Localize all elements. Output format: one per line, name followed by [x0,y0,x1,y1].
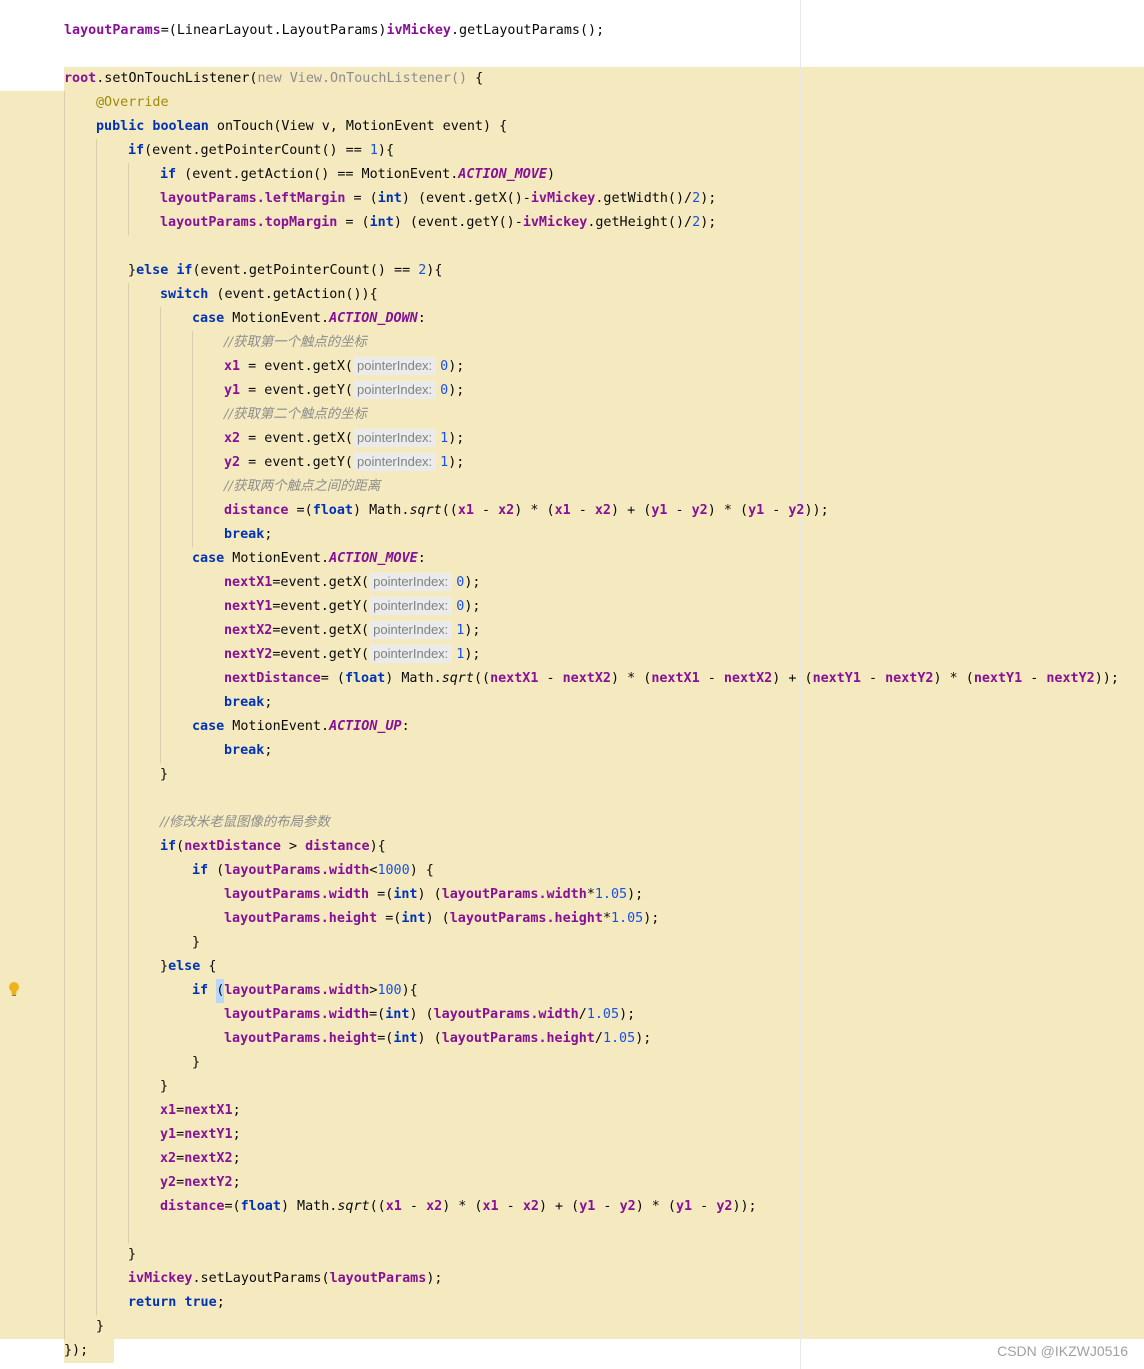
param-hint: pointerIndex: [369,597,453,615]
code-line: if(event.getPointerCount() == 1){ [128,143,395,158]
code-line: }else if(event.getPointerCount() == 2){ [128,263,443,278]
code-line: nextY2=event.getY(pointerIndex: 1); [224,645,481,663]
code-line: } [160,767,169,782]
code-line: y1=nextY1; [160,1127,241,1142]
code-line: } [192,935,201,950]
indent-guide [128,163,129,235]
code-line: nextX2=event.getX(pointerIndex: 1); [224,621,481,639]
code-line: if (layoutParams.width<1000) { [192,863,434,878]
code-line: case MotionEvent.ACTION_DOWN: [192,311,426,326]
indent-guide [128,283,129,1243]
param-hint: pointerIndex: [353,453,437,471]
watermark: CSDN @IKZWJ0516 [997,1343,1128,1359]
code-line: if(nextDistance > distance){ [160,839,386,854]
code-line: }); [64,1343,89,1358]
code-line: root.setOnTouchListener(new View.OnTouch… [64,71,484,86]
code-line: } [160,1079,169,1094]
code-line: layoutParams.topMargin = (int) (event.ge… [160,215,717,230]
code-line: } [128,1247,137,1262]
param-hint: pointerIndex: [369,621,453,639]
code-line: switch (event.getAction()){ [160,287,378,302]
indent-guide [64,91,65,1339]
code-comment: //获取两个触点之间的距离 [224,479,381,494]
code-line: break; [224,743,273,758]
param-hint: pointerIndex: [353,357,437,375]
param-hint: pointerIndex: [369,573,453,591]
code-line: layoutParams.leftMargin = (int) (event.g… [160,191,717,206]
code-line: nextY1=event.getY(pointerIndex: 0); [224,597,481,615]
code-line: layoutParams.width=(int) (layoutParams.w… [224,1007,636,1022]
param-hint: pointerIndex: [353,429,437,447]
code-line: case MotionEvent.ACTION_MOVE: [192,551,426,566]
code-line: layoutParams.height =(int) (layoutParams… [224,911,660,926]
code-line: layoutParams.width =(int) (layoutParams.… [224,887,644,902]
param-hint: pointerIndex: [353,381,437,399]
code-comment: //获取第一个触点的坐标 [224,335,367,350]
code-line: x2 = event.getX(pointerIndex: 1); [224,429,465,447]
indent-guide [160,307,161,763]
code-line: distance =(float) Math.sqrt((x1 - x2) * … [224,503,829,518]
code-comment: //获取第二个触点的坐标 [224,407,367,422]
code-line: x2=nextX2; [160,1151,241,1166]
code-line: layoutParams=(LinearLayout.LayoutParams)… [64,23,605,38]
code-comment: //修改米老鼠图像的布局参数 [160,815,330,830]
code-line: nextX1=event.getX(pointerIndex: 0); [224,573,481,591]
param-hint: pointerIndex: [369,645,453,663]
code-line: ivMickey.setLayoutParams(layoutParams); [128,1271,443,1286]
code-line: @Override [96,95,169,110]
code-line: distance=(float) Math.sqrt((x1 - x2) * (… [160,1199,757,1214]
code-line: layoutParams.height=(int) (layoutParams.… [224,1031,652,1046]
code-line: } [96,1319,105,1334]
lightbulb-icon[interactable] [7,980,21,998]
code-line: y2 = event.getY(pointerIndex: 1); [224,453,465,471]
code-line: nextDistance= (float) Math.sqrt((nextX1 … [224,671,1119,686]
code-line: break; [224,695,273,710]
code-line: }else { [160,959,217,974]
code-line: } [192,1055,201,1070]
code-line: if (event.getAction() == MotionEvent.ACT… [160,167,556,182]
code-line: y2=nextY2; [160,1175,241,1190]
code-line: case MotionEvent.ACTION_UP: [192,719,410,734]
code-line: y1 = event.getY(pointerIndex: 0); [224,381,465,399]
code-line: x1=nextX1; [160,1103,241,1118]
indent-guide [192,331,193,547]
code-line: x1 = event.getX(pointerIndex: 0); [224,357,465,375]
code-line: if (layoutParams.width>100){ [192,979,418,1003]
indent-guide [96,139,97,1315]
code-line: return true; [128,1295,225,1310]
code-line: break; [224,527,273,542]
code-line: public boolean onTouch(View v, MotionEve… [96,119,508,134]
